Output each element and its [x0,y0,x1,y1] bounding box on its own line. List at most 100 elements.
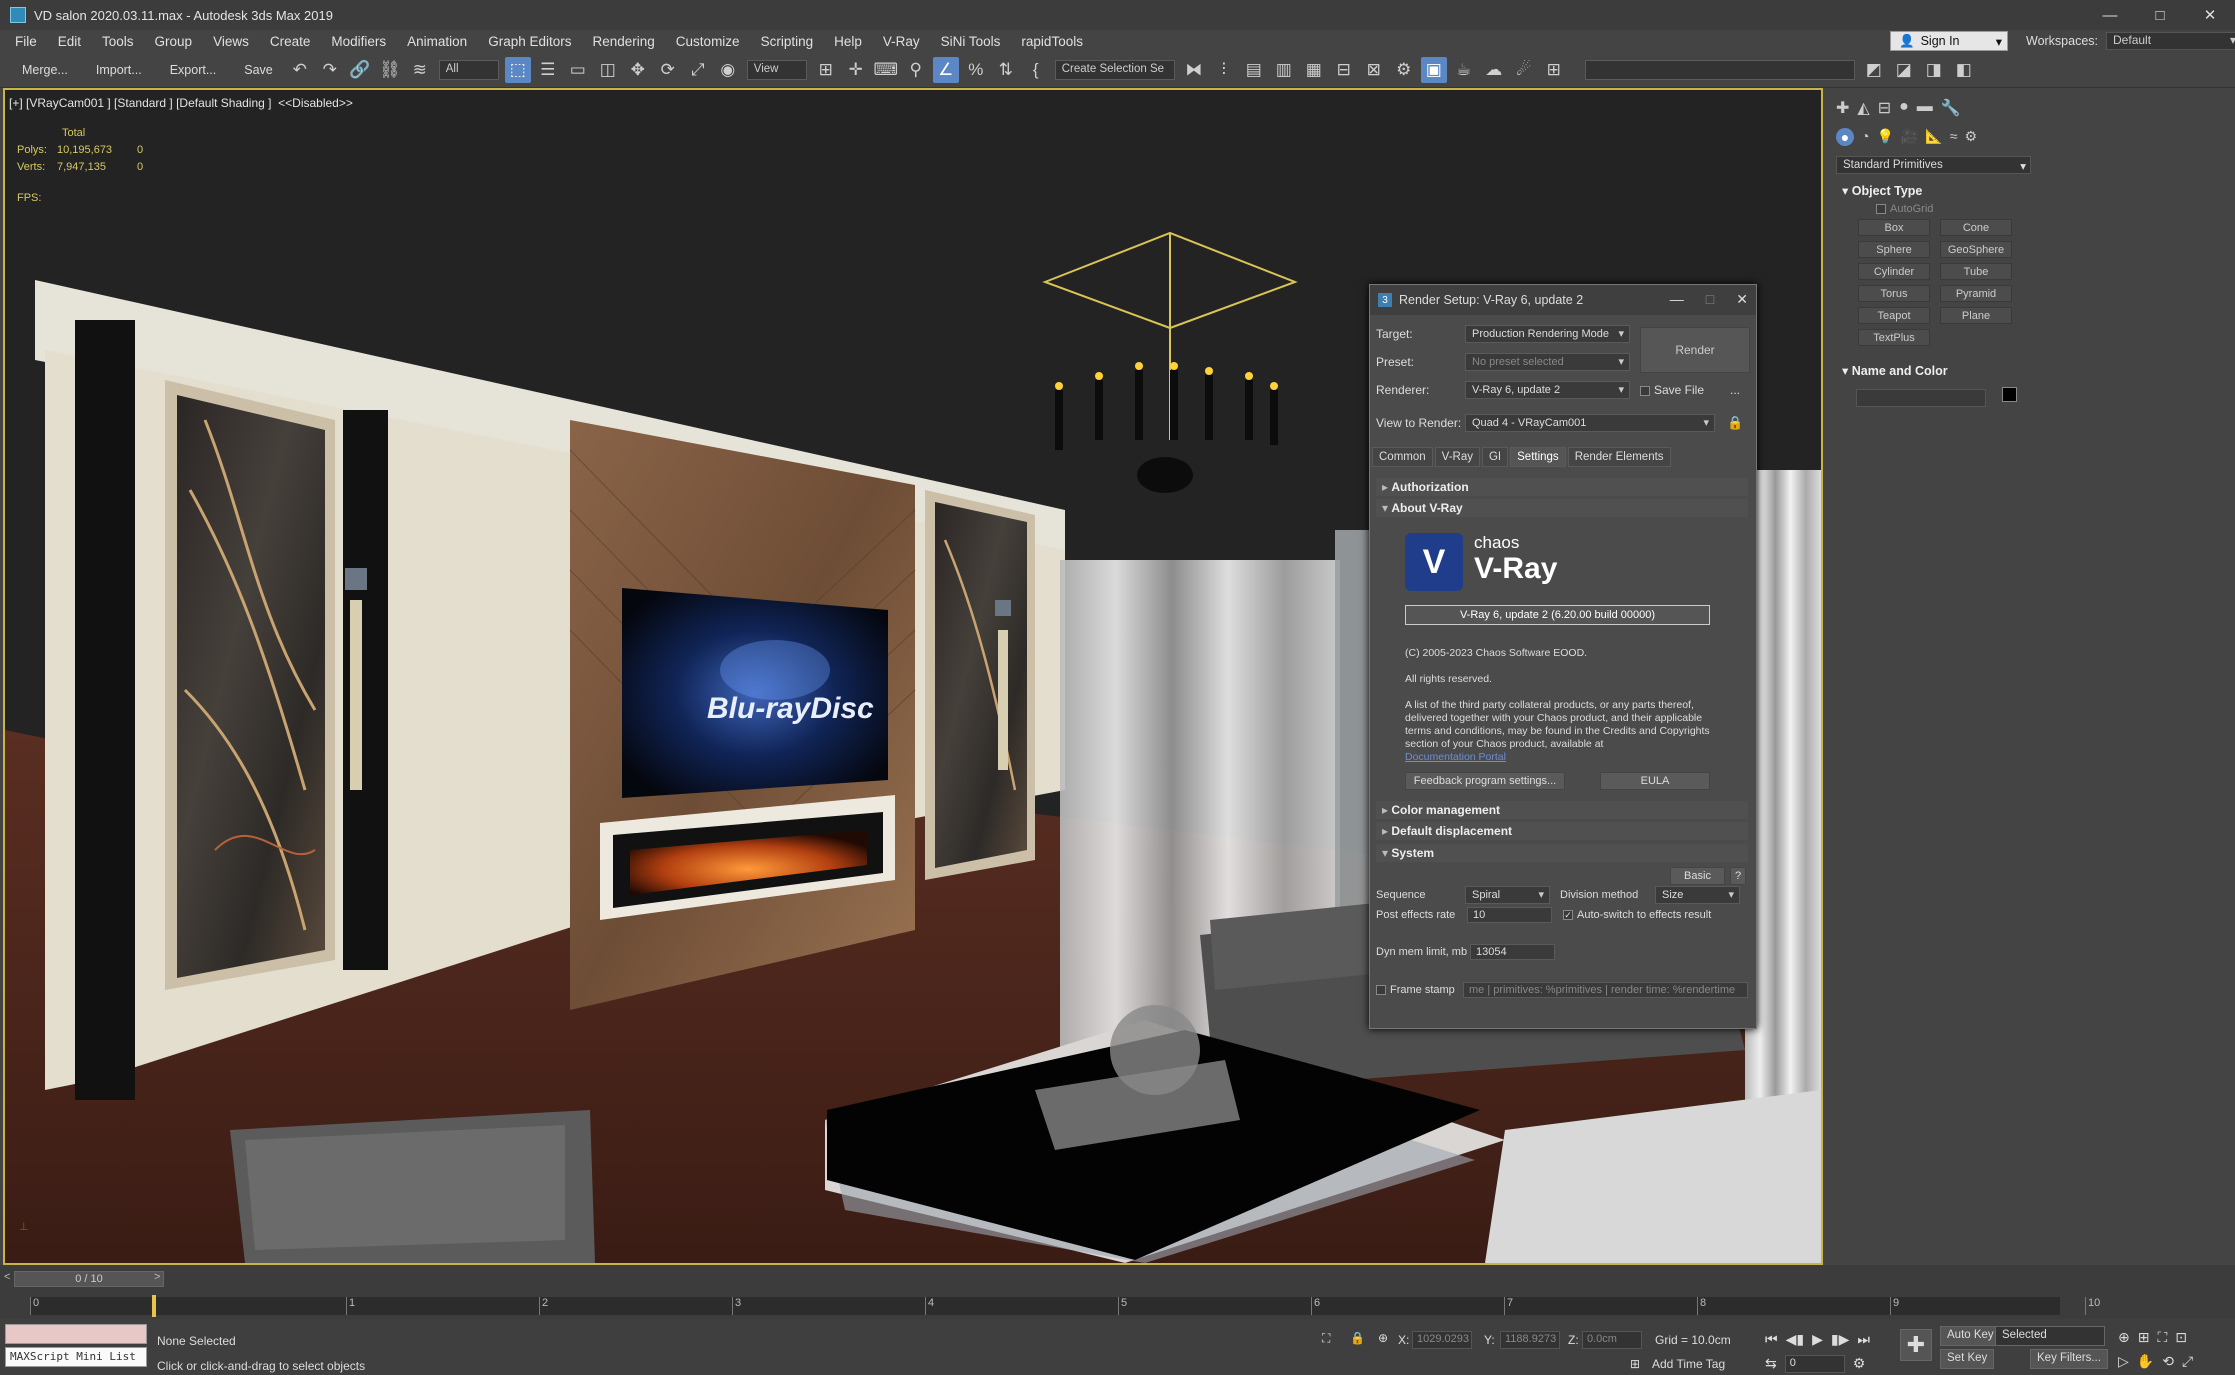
utilities-tab-icon[interactable]: 🔧 [1941,98,1961,118]
rollout-default-displacement[interactable]: Default displacement [1376,822,1748,840]
render-iterative-icon[interactable]: ☁ [1481,57,1507,83]
named-selection-dropdown[interactable]: Create Selection Se [1054,59,1175,80]
zoom-icon[interactable]: ⊕ [2118,1329,2130,1346]
systems-icon[interactable]: ⚙ [1964,128,1977,146]
bind-space-warp-icon[interactable]: ≋ [407,57,433,83]
teapot-button[interactable]: Teapot [1858,307,1930,324]
dialog-title-bar[interactable]: 3 Render Setup: V-Ray 6, update 2 — □ ✕ [1370,285,1756,315]
rollout-system[interactable]: System [1376,844,1748,862]
selection-filter-dropdown[interactable]: All [438,59,499,80]
set-key-button[interactable]: Set Key [1940,1349,1995,1369]
lock-icon[interactable]: 🔒 [1727,415,1743,431]
rotate-icon[interactable]: ⟳ [655,57,681,83]
dyn-mem-spinner[interactable]: 13054 [1470,944,1555,960]
view-to-render-dropdown[interactable]: Quad 4 - VRayCam001 [1465,414,1715,432]
window-crossing-icon[interactable]: ◫ [595,57,621,83]
viewport-camera[interactable]: Blu-rayDisc [+] [VRayCam001] [Standard … [3,88,1823,1265]
set-keys-icon[interactable]: ✚ [1900,1329,1932,1361]
layer-explorer-icon[interactable]: ▤ [1241,57,1267,83]
save-file-browse-button[interactable]: ... [1730,383,1740,397]
menu-file[interactable]: File [8,34,51,49]
torus-button[interactable]: Torus [1858,285,1930,302]
workspace-dropdown[interactable]: Default ▾ [2106,32,2235,50]
category-dropdown[interactable]: Standard Primitives ▾ [1836,156,2031,174]
feedback-settings-button[interactable]: Feedback program settings... [1405,772,1565,790]
schematic-view-icon[interactable]: ⊟ [1331,57,1357,83]
next-frame-button[interactable]: > [154,1271,160,1283]
y-coordinate-field[interactable]: 1188.9273 [1500,1331,1560,1349]
scale-icon[interactable]: ⤢ [685,57,711,83]
curve-editor-icon[interactable]: ▦ [1301,57,1327,83]
frame-stamp-checkbox[interactable]: Frame stamp [1376,984,1455,996]
target-dropdown[interactable]: Production Rendering Mode [1465,325,1630,343]
tab-vray[interactable]: V-Ray [1434,447,1480,467]
maximize-icon[interactable]: □ [1706,291,1714,308]
menu-tools[interactable]: Tools [95,34,148,49]
next-frame-icon[interactable]: ▮▶ [1831,1331,1849,1348]
maxscript-listener-input[interactable] [5,1324,147,1344]
absolute-mode-icon[interactable]: ⊕ [1378,1331,1388,1345]
pan-icon[interactable]: ✋ [2137,1353,2154,1370]
current-frame-field[interactable]: 0 [1784,1355,1845,1373]
menu-rapidtools[interactable]: rapidTools [1014,34,1097,49]
rectangle-selection-icon[interactable]: ▭ [565,57,591,83]
track-bar[interactable]: 0 1 2 3 4 5 6 7 8 9 10 [30,1297,2100,1315]
cylinder-button[interactable]: Cylinder [1858,263,1930,280]
textplus-button[interactable]: TextPlus [1858,329,1930,346]
menu-modifiers[interactable]: Modifiers [324,34,400,49]
viewport-label[interactable]: [+] [VRayCam001 ] [Standard ] [Default S… [9,96,353,110]
vray-frame-buffer-icon[interactable]: ⊞ [1541,57,1567,83]
cameras-icon[interactable]: 🎥 [1901,128,1918,146]
geosphere-button[interactable]: GeoSphere [1940,241,2012,258]
tube-button[interactable]: Tube [1940,263,2012,280]
render-setup-icon[interactable]: ⚙ [1391,57,1417,83]
material-editor-icon[interactable]: ⊠ [1361,57,1387,83]
unlink-icon[interactable]: ⛓ [377,57,403,83]
modify-tab-icon[interactable]: ◭ [1857,98,1869,118]
zoom-extents-icon[interactable]: ⛶ [2157,1329,2167,1346]
help-button[interactable]: ? [1730,867,1746,885]
display-tab-icon[interactable]: ▬ [1917,98,1933,118]
rendered-frame-window-icon[interactable]: ▣ [1420,56,1447,83]
tab-render-elements[interactable]: Render Elements [1567,447,1671,467]
preset-dropdown[interactable]: No preset selected [1465,353,1630,371]
angle-snap-icon[interactable]: ∠ [932,56,959,83]
isolate-icon[interactable]: ⛶ [1322,1331,1330,1346]
create-tab-icon[interactable]: ✚ [1836,98,1849,118]
pyramid-button[interactable]: Pyramid [1940,285,2012,302]
rollout-about-vray[interactable]: About V-Ray [1376,499,1748,517]
motion-tab-icon[interactable]: ● [1899,98,1909,118]
zoom-extents-all-icon[interactable]: ⊡ [2175,1329,2187,1346]
basic-mode-button[interactable]: Basic [1670,867,1725,885]
menu-views[interactable]: Views [206,34,263,49]
time-configuration-icon[interactable]: ⚙ [1853,1355,1866,1373]
import-button[interactable]: Import... [80,63,154,77]
object-type-header[interactable]: ▾ Object Type [1836,180,2031,201]
hierarchy-tab-icon[interactable]: ⊟ [1878,98,1891,118]
menu-help[interactable]: Help [827,34,876,49]
tab-common[interactable]: Common [1372,447,1433,467]
vray-proxy-icon[interactable]: ◧ [1951,57,1977,83]
minimize-button[interactable]: — [2085,0,2135,30]
go-to-end-icon[interactable]: ⏭ [1857,1331,1870,1348]
menu-create[interactable]: Create [263,34,325,49]
play-icon[interactable]: ▶ [1812,1331,1823,1348]
menu-rendering[interactable]: Rendering [586,34,669,49]
snap-toggle-icon[interactable]: ⚲ [903,57,929,83]
lock-selection-icon[interactable]: 🔒 [1350,1331,1365,1345]
space-warps-icon[interactable]: ≈ [1950,128,1958,146]
plane-button[interactable]: Plane [1940,307,2012,324]
menu-vray[interactable]: V-Ray [876,34,934,49]
place-icon[interactable]: ◉ [715,57,741,83]
fov-icon[interactable]: ▷ [2118,1353,2129,1370]
maximize-viewport-icon[interactable]: ⤢ [2182,1353,2193,1370]
align-icon[interactable]: ⫶ [1211,57,1237,83]
close-icon[interactable]: ✕ [1736,291,1748,308]
geometry-icon[interactable]: ● [1836,128,1854,146]
ribbon-icon[interactable]: ▥ [1271,57,1297,83]
auto-key-button[interactable]: Auto Key [1940,1326,2001,1346]
rollout-color-management[interactable]: Color management [1376,801,1748,819]
box-button[interactable]: Box [1858,219,1930,236]
vray-dome-icon[interactable]: ◨ [1921,57,1947,83]
sphere-button[interactable]: Sphere [1858,241,1930,258]
